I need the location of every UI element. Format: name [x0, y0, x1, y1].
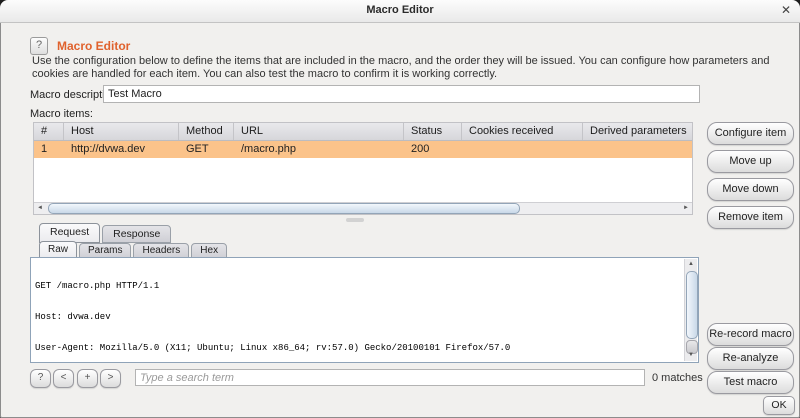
window-titlebar[interactable]: Macro Editor ✕ [0, 0, 800, 23]
description-text: Use the configuration below to define th… [32, 55, 770, 80]
cell-cookies-received [462, 141, 583, 158]
request-line: Host: dvwa.dev [35, 312, 111, 323]
macro-description-input[interactable] [103, 85, 700, 103]
cell-url: /macro.php [241, 143, 297, 155]
macro-editor-window: Macro Editor ✕ ? Macro Editor Use the co… [0, 0, 800, 418]
splitter-handle[interactable] [346, 218, 364, 222]
ok-button[interactable]: OK [763, 396, 795, 415]
remove-item-button[interactable]: Remove item [707, 206, 794, 229]
search-next-button[interactable]: > [100, 369, 121, 388]
request-text: GET /macro.php HTTP/1.1 Host: dvwa.dev U… [35, 260, 682, 361]
tab-request[interactable]: Request [39, 223, 101, 243]
help-button[interactable]: ? [30, 37, 48, 55]
cell-host: http://dvwa.dev [71, 143, 145, 155]
search-add-button[interactable]: + [77, 369, 98, 388]
scroll-down-icon[interactable]: ▼ [685, 350, 697, 361]
move-down-button[interactable]: Move down [707, 178, 794, 201]
scrollbar-thumb[interactable] [686, 271, 698, 339]
column-header-derived: Derived parameters [590, 125, 687, 137]
column-header-host: Host [64, 123, 179, 140]
scroll-up-icon[interactable]: ▲ [685, 259, 697, 270]
search-help-button[interactable]: ? [30, 369, 51, 388]
editor-vertical-scrollbar[interactable]: ▲ ▼ [684, 259, 698, 361]
column-header-cookies: Cookies received [462, 123, 583, 140]
re-analyze-macro-button[interactable]: Re-analyze macro [707, 347, 794, 384]
scroll-left-icon[interactable]: ◄ [34, 203, 46, 214]
scroll-right-icon[interactable]: ► [680, 203, 692, 214]
table-header-row: # Host Method URL Status Cookies receive… [34, 123, 692, 141]
cell-status: 200 [411, 143, 430, 155]
cell-derived-parameters [583, 141, 692, 158]
request-line: GET /macro.php HTTP/1.1 [35, 280, 160, 291]
window-title: Macro Editor [366, 4, 434, 16]
page-title: Macro Editor [57, 39, 131, 53]
macro-items-label: Macro items: [30, 108, 93, 120]
cell-method: GET [186, 143, 209, 155]
close-icon[interactable]: ✕ [781, 3, 791, 17]
request-viewer[interactable]: GET /macro.php HTTP/1.1 Host: dvwa.dev U… [30, 257, 699, 363]
search-previous-button[interactable]: < [53, 369, 74, 388]
test-macro-button[interactable]: Test macro [707, 371, 794, 394]
column-header-num: # [34, 123, 64, 140]
request-line: User-Agent: Mozilla/5.0 (X11; Ubuntu; Li… [35, 343, 511, 354]
re-record-macro-button[interactable]: Re-record macro [707, 323, 794, 346]
search-matches-count: 0 matches [652, 372, 703, 384]
move-up-button[interactable]: Move up [707, 150, 794, 173]
column-header-status: Status [404, 123, 462, 140]
search-input[interactable] [135, 369, 645, 386]
table-row[interactable]: 1 http://dvwa.dev GET /macro.php 200 [34, 141, 692, 158]
macro-items-table: # Host Method URL Status Cookies receive… [33, 122, 693, 215]
scrollbar-thumb[interactable] [48, 203, 520, 214]
column-header-url: URL [234, 123, 404, 140]
cell-num: 1 [41, 143, 48, 155]
table-horizontal-scrollbar[interactable]: ◄ ► [34, 202, 692, 214]
column-header-method: Method [179, 123, 234, 140]
message-tabs: Request Response [39, 223, 173, 243]
configure-item-button[interactable]: Configure item [707, 122, 794, 145]
